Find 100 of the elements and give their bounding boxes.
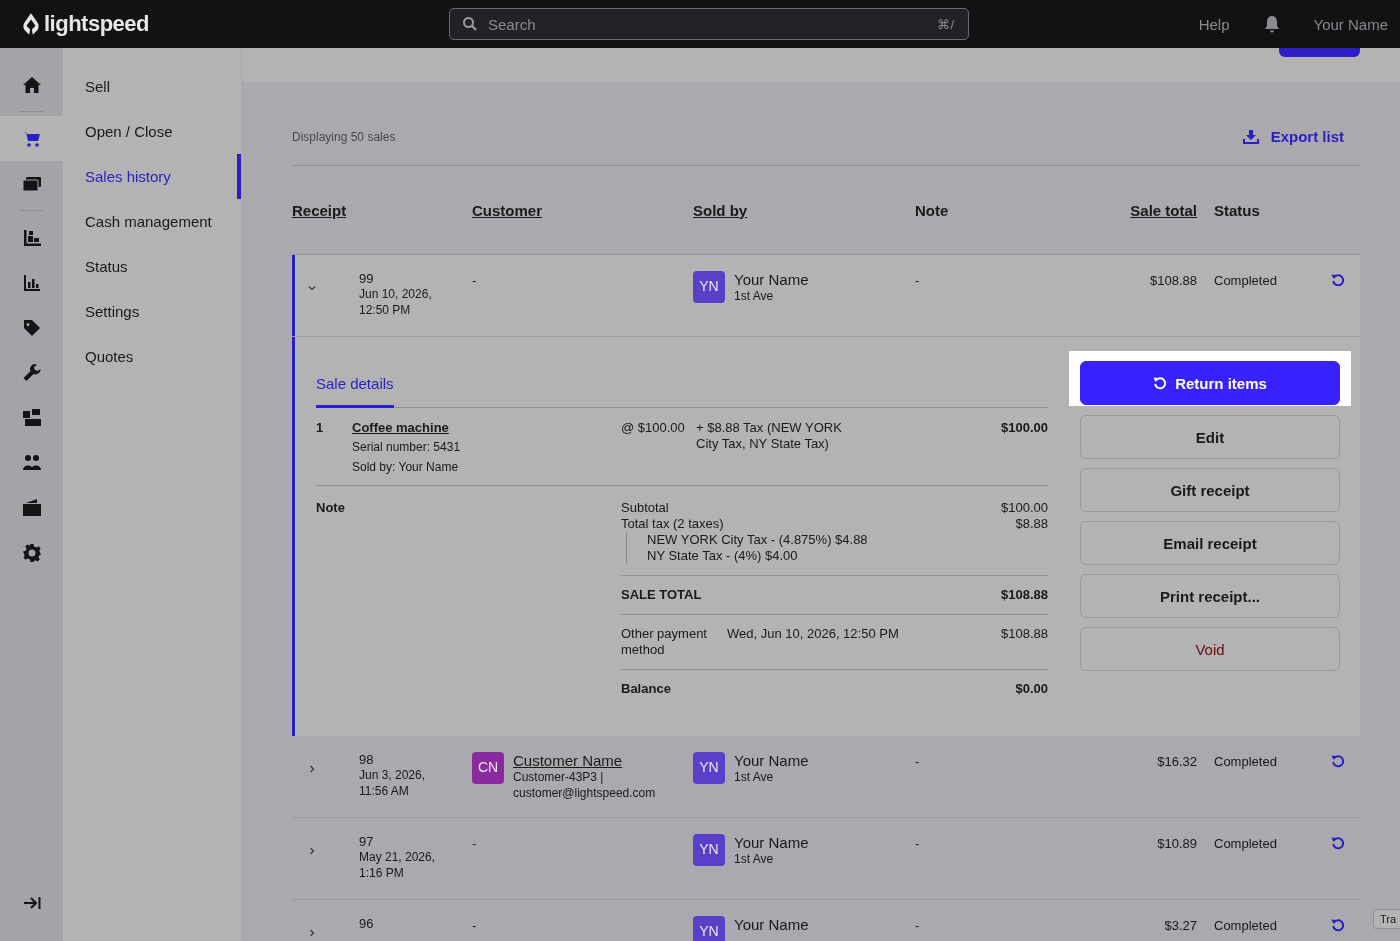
menu-item[interactable]: Open / Close bbox=[63, 109, 241, 154]
sale-details-tab[interactable]: Sale details bbox=[316, 375, 394, 408]
sale-time: 11:56 AM bbox=[359, 783, 410, 799]
sortable-column-header[interactable]: Receipt bbox=[292, 201, 472, 219]
chevron-right-icon[interactable] bbox=[307, 846, 317, 856]
receipt-number: 98 bbox=[359, 752, 375, 767]
subtotal-label: Subtotal bbox=[621, 500, 669, 516]
customer-empty: - bbox=[472, 918, 477, 933]
bell-icon[interactable] bbox=[1263, 15, 1280, 33]
sale-date: Jun 3, 2026, bbox=[359, 767, 427, 783]
customer-empty: - bbox=[472, 273, 477, 288]
expanded-sale-row[interactable] bbox=[292, 255, 1360, 736]
sortable-column-header[interactable]: Customer bbox=[472, 201, 693, 219]
return-icon[interactable] bbox=[1330, 273, 1345, 287]
tax-line: NEW YORK City Tax - (4.875%) $4.88 bbox=[647, 532, 869, 548]
sale-total: $108.88 bbox=[1150, 273, 1197, 288]
customer-avatar: CN bbox=[472, 752, 504, 784]
search-input[interactable]: Search bbox=[488, 15, 928, 33]
sale-time: 1:16 PM bbox=[359, 865, 405, 881]
note-label: Note bbox=[316, 500, 346, 517]
column-header: Note bbox=[915, 201, 950, 219]
staff-name: Your Name bbox=[734, 752, 809, 769]
menu-item[interactable]: Sell bbox=[63, 64, 241, 109]
store-location: 1st Ave bbox=[734, 769, 775, 785]
action-button[interactable]: Gift receipt bbox=[1080, 468, 1340, 512]
sale-time: 12:50 PM bbox=[359, 302, 412, 318]
balance-value: $0.00 bbox=[1015, 681, 1048, 697]
unit-price: @ $100.00 bbox=[621, 420, 686, 437]
user-menu[interactable]: Your Name bbox=[1313, 15, 1388, 33]
help-link[interactable]: Help bbox=[1198, 15, 1230, 33]
sale-total-value: $108.88 bbox=[1001, 587, 1048, 603]
download-icon bbox=[1242, 129, 1259, 144]
sale-total: $3.27 bbox=[1164, 918, 1197, 933]
shelves-icon bbox=[21, 227, 42, 248]
menu-item[interactable]: Sales history bbox=[63, 154, 241, 199]
tax-line: NY State Tax - (4%) $4.00 bbox=[647, 548, 799, 564]
sortable-column-header[interactable]: Sale total bbox=[1117, 201, 1197, 219]
chevron-right-icon[interactable] bbox=[307, 764, 317, 774]
home-icon bbox=[21, 74, 42, 95]
store-location: 1st Ave bbox=[734, 288, 775, 304]
export-link[interactable]: Export list bbox=[1242, 128, 1344, 145]
note-text: - bbox=[915, 836, 920, 851]
menu-item[interactable]: Quotes bbox=[63, 334, 241, 379]
return-icon[interactable] bbox=[1330, 918, 1345, 932]
product-link[interactable]: Coffee machine bbox=[352, 420, 621, 435]
store-location: 1st Ave bbox=[734, 851, 775, 867]
boxes-icon bbox=[21, 407, 42, 428]
return-icon bbox=[1153, 376, 1168, 390]
chevron-right-icon[interactable] bbox=[307, 928, 317, 938]
staff-name: Your Name bbox=[734, 834, 809, 851]
menu-item[interactable]: Cash management bbox=[63, 199, 241, 244]
customer-email: customer@lightspeed.com bbox=[513, 785, 656, 801]
wrench-icon bbox=[21, 362, 42, 383]
action-button[interactable]: Edit bbox=[1080, 415, 1340, 459]
sale-date: Jun 10, 2026, bbox=[359, 286, 433, 302]
customer-link[interactable]: Customer Name bbox=[513, 752, 656, 769]
sale-total-label: SALE TOTAL bbox=[621, 587, 702, 603]
note-text: - bbox=[915, 273, 920, 288]
sortable-column-header[interactable]: Sold by bbox=[693, 201, 915, 219]
sale-total: $10.89 bbox=[1157, 836, 1197, 851]
settings-icon bbox=[21, 542, 42, 563]
action-button[interactable]: Print receipt... bbox=[1080, 574, 1340, 618]
serial-number: Serial number: 5431 bbox=[352, 439, 462, 455]
rail-item[interactable] bbox=[0, 116, 63, 161]
sale-row[interactable]: 97 May 21, 2026, 1:16 PM - YN Your Name 1st Ave - $10.89 Completed bbox=[292, 818, 1360, 900]
search-field[interactable]: Search ⌘/ bbox=[449, 8, 969, 40]
payment-amount: $108.88 bbox=[1001, 626, 1048, 643]
customer-empty: - bbox=[472, 836, 477, 851]
total-tax-value: $8.88 bbox=[1015, 516, 1048, 532]
subtotal-value: $100.00 bbox=[1001, 500, 1048, 516]
wallet-icon bbox=[21, 497, 42, 518]
sale-row[interactable]: 96 - YN Your Name - $3.27 Completed bbox=[292, 900, 1360, 941]
customer-code: Customer-43P3 | bbox=[513, 769, 605, 785]
item-sold-by: Sold by: Your Name bbox=[352, 459, 460, 475]
flame-logo-icon bbox=[22, 12, 40, 36]
item-quantity: 1 bbox=[316, 420, 325, 437]
menu-item[interactable]: Status bbox=[63, 244, 241, 289]
tag-icon bbox=[21, 317, 42, 338]
header-button[interactable] bbox=[1279, 48, 1360, 57]
return-icon[interactable] bbox=[1330, 836, 1345, 850]
return-icon[interactable] bbox=[1330, 754, 1345, 768]
receipt-number: 97 bbox=[359, 834, 375, 849]
payment-method: Other payment method bbox=[621, 626, 708, 658]
chevron-down-icon[interactable] bbox=[307, 283, 317, 293]
void-button[interactable]: Void bbox=[1080, 627, 1340, 671]
corner-tab[interactable]: Tra bbox=[1372, 909, 1400, 929]
menu-item[interactable]: Settings bbox=[63, 289, 241, 334]
action-button[interactable]: Email receipt bbox=[1080, 521, 1340, 565]
return-items-button[interactable]: Return items bbox=[1080, 361, 1340, 405]
staff-name: Your Name bbox=[734, 916, 809, 933]
balance-label: Balance bbox=[621, 681, 671, 697]
sale-date: May 21, 2026, bbox=[359, 849, 437, 865]
total-tax-label: Total tax (2 taxes) bbox=[621, 516, 724, 532]
receipt-number: 99 bbox=[359, 271, 375, 286]
brand-name[interactable]: lightspeed bbox=[44, 11, 149, 37]
note-text: - bbox=[915, 754, 920, 769]
shortcut-hint: ⌘/ bbox=[937, 16, 954, 32]
note-text: - bbox=[915, 918, 920, 933]
sales-count: Displaying 50 sales bbox=[292, 129, 396, 144]
item-amount: $100.00 bbox=[1000, 420, 1048, 437]
